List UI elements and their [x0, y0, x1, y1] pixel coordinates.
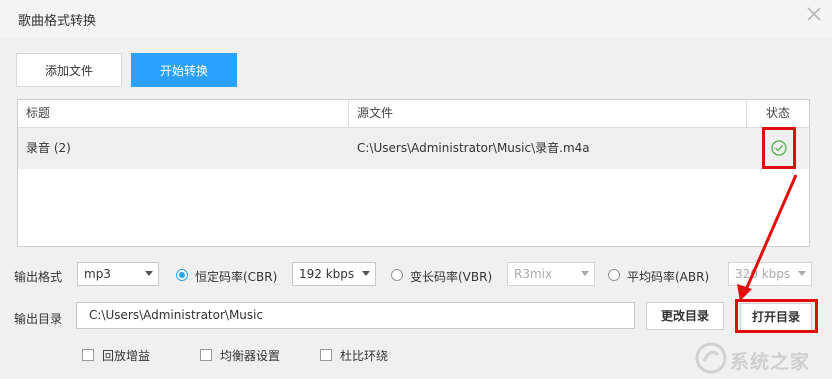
watermark-logo: [695, 342, 727, 374]
equalizer-label[interactable]: 均衡器设置: [220, 347, 280, 364]
dolby-label[interactable]: 杜比环绕: [340, 347, 388, 364]
watermark-text: 系统之家: [730, 351, 811, 373]
watermark: 系统之家: [694, 341, 824, 375]
replay-gain-label[interactable]: 回放增益: [102, 347, 150, 364]
dolby-checkbox[interactable]: [320, 349, 332, 361]
replay-gain-checkbox[interactable]: [82, 349, 94, 361]
annotation-arrow: [737, 174, 798, 301]
equalizer-checkbox[interactable]: [200, 349, 212, 361]
